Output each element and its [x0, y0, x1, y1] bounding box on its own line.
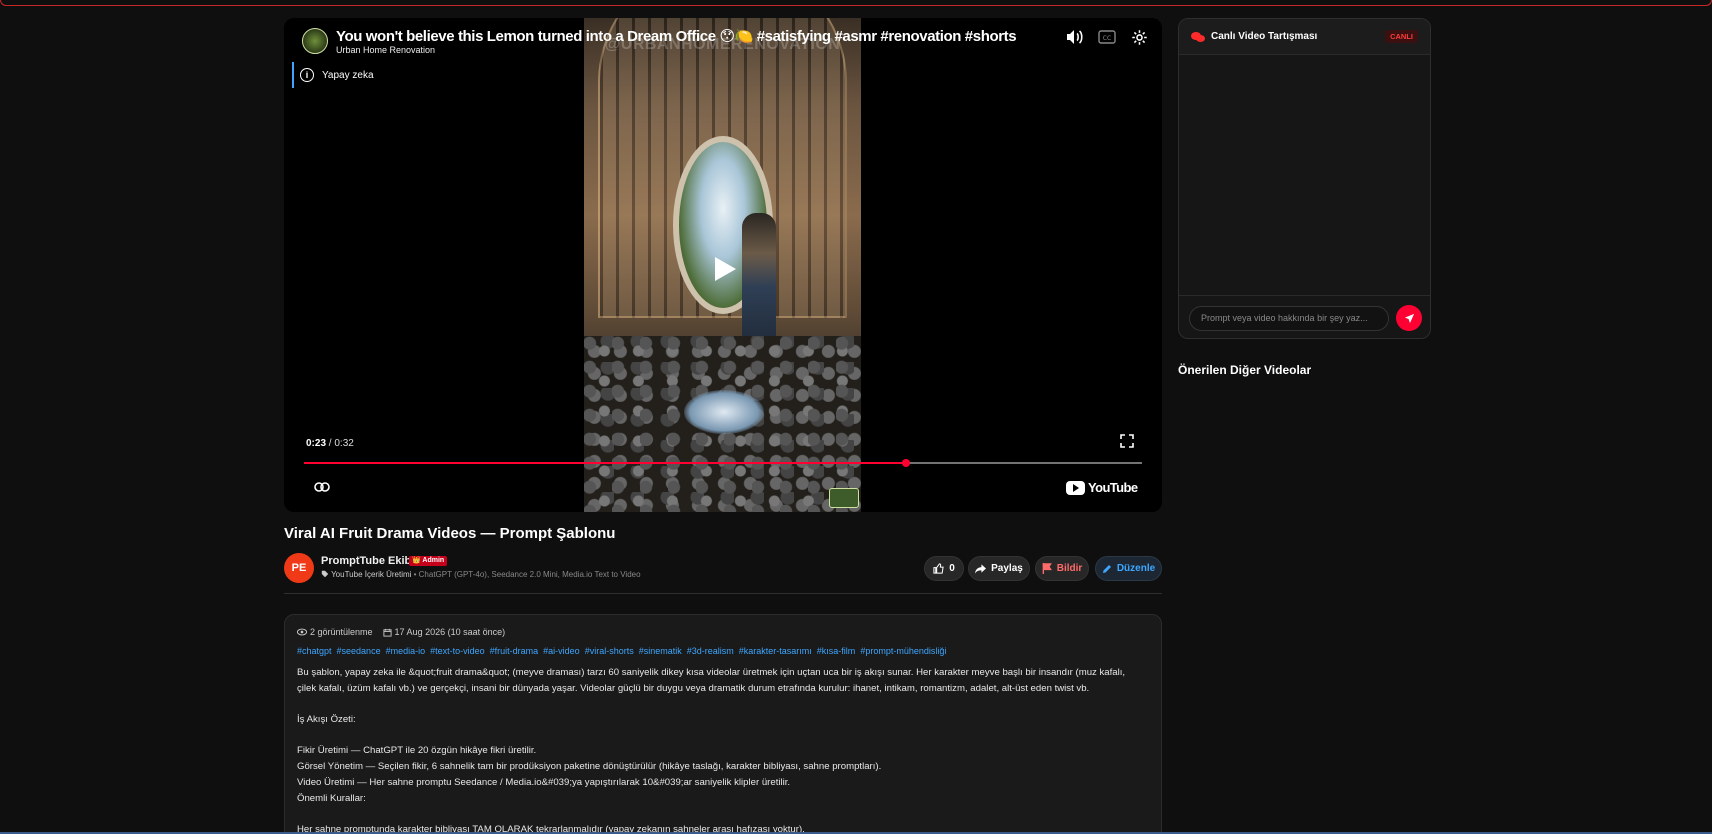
send-button[interactable]	[1396, 305, 1422, 331]
video-title[interactable]: You won't believe this Lemon turned into…	[336, 27, 1017, 45]
publish-date: 17 Aug 2026 (10 saat önce)	[394, 627, 506, 637]
volume-icon[interactable]	[1064, 26, 1086, 48]
chat-title: Canlı Video Tartışması	[1211, 31, 1318, 42]
description-line: İş Akışı Özeti:	[297, 714, 356, 726]
report-label: Bildir	[1056, 563, 1083, 574]
fullscreen-icon[interactable]	[1120, 434, 1138, 452]
tag-link[interactable]: #viral-shorts	[585, 646, 634, 656]
views-stat: 2 görüntülenme	[297, 627, 373, 637]
scene-puddle	[684, 390, 764, 434]
tag-list: #chatgpt #seedance #media-io #text-to-video…	[297, 646, 1149, 656]
suggested-videos-title: Önerilen Diğer Videolar	[1178, 363, 1312, 377]
description-line: Önemli Kurallar:	[297, 792, 366, 804]
tag-icon	[321, 570, 329, 578]
author-tools: • ChatGPT (GPT-4o), Seedance 2.0 Mini, M…	[411, 570, 641, 579]
like-button[interactable]: 0	[924, 556, 964, 581]
tag-link[interactable]: #media-io	[386, 646, 426, 656]
description-line: Görsel Yönetim — Seçilen fikir, 6 sahnel…	[297, 761, 882, 773]
description-line	[297, 696, 1149, 712]
description-line: Fikir Üretimi — ChatGPT ile 20 özgün hik…	[297, 745, 537, 757]
channel-watermark-logo	[829, 488, 859, 508]
ai-generated-label[interactable]: i Yapay zeka	[292, 62, 386, 88]
live-badge: CANLI	[1385, 30, 1418, 43]
eye-icon	[297, 628, 307, 636]
author-meta: YouTube İçerik Üretimi • ChatGPT (GPT-4o…	[321, 570, 641, 579]
youtube-play-mark	[1066, 480, 1085, 495]
time-display: 0:23 / 0:32	[306, 438, 354, 449]
captions-icon[interactable]: CC	[1096, 26, 1118, 48]
info-icon: i	[300, 68, 314, 82]
chat-bubbles-icon	[1191, 31, 1205, 42]
scene-person	[742, 213, 776, 348]
description-line	[297, 728, 1149, 744]
chat-messages[interactable]	[1179, 55, 1430, 295]
description-box: 2 görüntülenme 17 Aug 2026 (10 saat önce…	[284, 614, 1162, 834]
edit-label: Düzenle	[1116, 563, 1156, 574]
progress-bar[interactable]	[304, 459, 1142, 467]
author-category: YouTube İçerik Üretimi	[331, 570, 412, 579]
duration: 0:32	[334, 438, 354, 449]
views-count: 2 görüntülenme	[310, 627, 373, 637]
play-icon[interactable]	[713, 256, 737, 287]
share-button[interactable]: Paylaş	[968, 556, 1030, 581]
pencil-icon	[1102, 564, 1111, 573]
description-text: Bu şablon, yapay zeka ile &quot;fruit dr…	[297, 665, 1149, 834]
tag-link[interactable]: #text-to-video	[430, 646, 485, 656]
share-icon	[975, 563, 987, 574]
tag-link[interactable]: #fruit-drama	[490, 646, 539, 656]
youtube-logo-icon[interactable]: YouTube	[1066, 480, 1138, 495]
progress-fill	[304, 462, 907, 464]
tag-link[interactable]: #kısa-film	[817, 646, 856, 656]
progress-handle[interactable]	[902, 459, 911, 467]
ai-label-text: Yapay zeka	[322, 69, 374, 81]
tag-link[interactable]: #sinematik	[639, 646, 682, 656]
flag-icon	[1042, 563, 1052, 574]
share-label: Paylaş	[991, 563, 1023, 574]
author-name[interactable]: PromptTube Ekibi	[321, 555, 414, 567]
calendar-icon	[382, 628, 392, 637]
chat-header: Canlı Video Tartışması CANLI	[1179, 19, 1430, 55]
live-chat-panel: Canlı Video Tartışması CANLI	[1178, 18, 1431, 339]
author-avatar[interactable]: PE	[284, 553, 314, 583]
send-icon	[1404, 313, 1414, 323]
tag-link[interactable]: #karakter-tasarımı	[739, 646, 812, 656]
chat-input[interactable]	[1189, 305, 1389, 331]
tag-link[interactable]: #ai-video	[543, 646, 580, 656]
tag-link[interactable]: #3d-realism	[687, 646, 734, 656]
settings-icon[interactable]	[1128, 26, 1150, 48]
report-button[interactable]: Bildir	[1035, 556, 1089, 581]
admin-badge: 👑 Admin	[409, 556, 448, 566]
description-line	[297, 806, 1149, 822]
link-icon[interactable]	[314, 480, 330, 498]
tag-link[interactable]: #chatgpt	[297, 646, 332, 656]
tag-link[interactable]: #seedance	[337, 646, 381, 656]
tag-link[interactable]: #prompt-mühendisliği	[860, 646, 946, 656]
svg-text:CC: CC	[1103, 35, 1111, 42]
date-stat: 17 Aug 2026 (10 saat önce)	[382, 627, 506, 637]
like-count: 0	[949, 563, 955, 574]
description-line: Bu şablon, yapay zeka ile &quot;fruit dr…	[297, 667, 1126, 678]
description-line: çilek kafalı, üzüm kafalı vb.) ve gerçek…	[297, 682, 1090, 694]
thumbs-up-icon	[933, 563, 944, 574]
video-player[interactable]: @URBANHOMERENOVATION You won't believe t…	[284, 18, 1162, 512]
channel-avatar[interactable]	[302, 28, 328, 54]
page-title: Viral AI Fruit Drama Videos — Prompt Şab…	[284, 525, 616, 542]
divider	[284, 593, 1162, 594]
top-border	[0, 0, 1712, 6]
description-stats: 2 görüntülenme 17 Aug 2026 (10 saat önce…	[297, 627, 1149, 637]
current-time: 0:23	[306, 438, 327, 449]
video-channel-name[interactable]: Urban Home Renovation	[336, 45, 435, 55]
description-line: Video Üretimi — Her sahne promptu Seedan…	[297, 776, 791, 788]
youtube-logo-text: YouTube	[1088, 480, 1138, 495]
chat-footer	[1179, 295, 1430, 338]
edit-button[interactable]: Düzenle	[1095, 556, 1162, 581]
